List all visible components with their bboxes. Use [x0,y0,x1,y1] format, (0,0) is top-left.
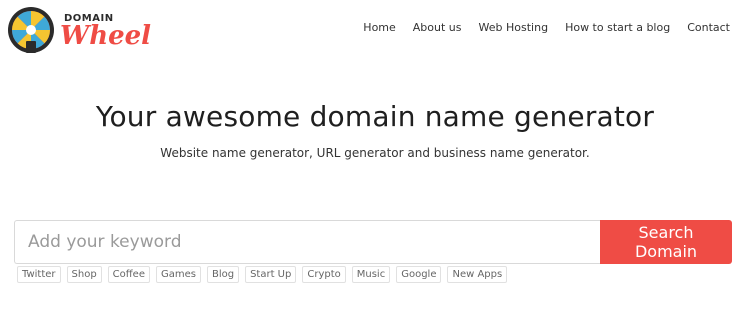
tag-blog[interactable]: Blog [206,266,240,283]
tag-shop[interactable]: Shop [66,266,102,283]
tag-games[interactable]: Games [155,266,201,283]
nav-about-us[interactable]: About us [413,20,462,36]
tag-coffee[interactable]: Coffee [107,266,150,283]
keyword-tags: Twitter Shop Coffee Games Blog Start Up … [17,266,508,283]
tag-start-up[interactable]: Start Up [245,266,297,283]
tag-music[interactable]: Music [351,266,391,283]
search-domain-button[interactable]: Search Domain [600,220,732,264]
nav-start-blog[interactable]: How to start a blog [565,20,670,36]
logo-big-text: Wheel [60,21,152,51]
tag-google[interactable]: Google [396,266,442,283]
tag-new-apps[interactable]: New Apps [447,266,508,283]
search-bar: Search Domain [14,220,732,264]
keyword-search-input[interactable] [14,220,600,264]
nav-web-hosting[interactable]: Web Hosting [479,20,549,36]
tag-crypto[interactable]: Crypto [302,266,346,283]
tag-twitter[interactable]: Twitter [17,266,61,283]
brand-logo[interactable]: DOMAIN Wheel [6,5,156,55]
wheel-logo-icon [8,7,54,53]
page-title: Your awesome domain name generator [95,100,655,133]
nav-contact[interactable]: Contact [687,20,730,36]
page-subtitle: Website name generator, URL generator an… [160,146,590,160]
top-nav: Home About us Web Hosting How to start a… [346,20,730,36]
nav-home[interactable]: Home [363,20,395,36]
